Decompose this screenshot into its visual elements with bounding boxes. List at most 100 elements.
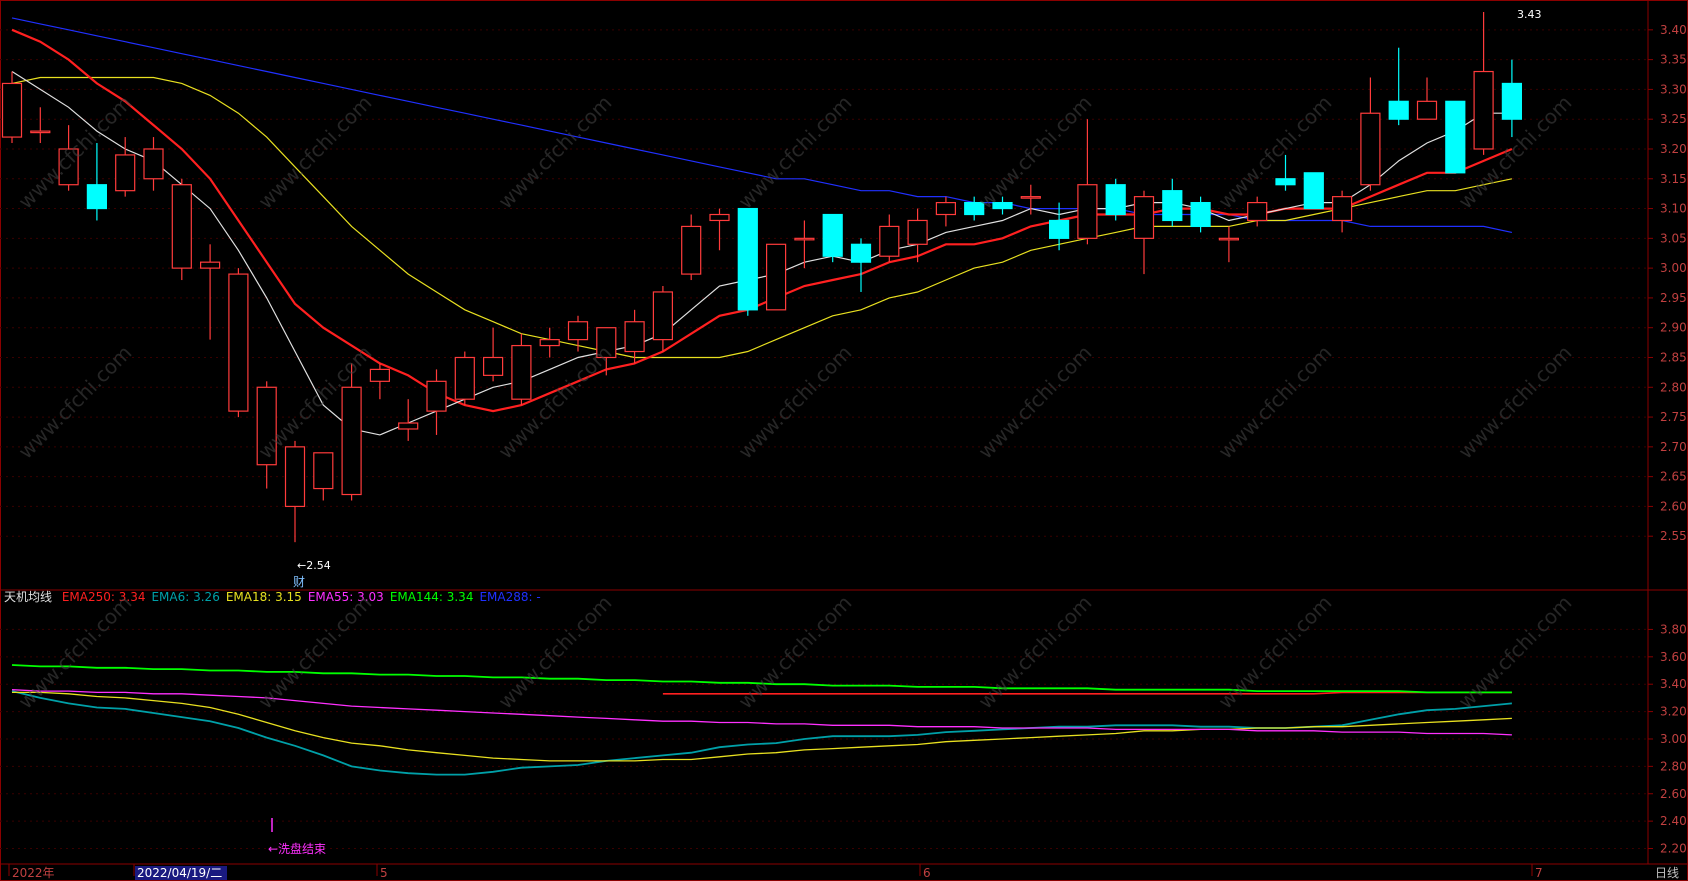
- candle[interactable]: [1473, 11, 1494, 155]
- candle[interactable]: [935, 196, 957, 227]
- candle[interactable]: [256, 381, 277, 489]
- candle-body: [652, 291, 674, 341]
- candle[interactable]: [709, 208, 730, 251]
- high-price-label: 3.43: [1517, 8, 1542, 21]
- candle[interactable]: [313, 452, 334, 501]
- chart-canvas[interactable]: 3.40 3.35 3.30 3.25 3.20 3.15 3.10 3.05 3.00 2.95…: [0, 0, 1688, 881]
- candle-body: [369, 368, 390, 382]
- candle[interactable]: [1360, 77, 1381, 191]
- candle-body: [228, 273, 249, 412]
- price-tick-label: 2.80: [1660, 380, 1687, 394]
- price-tick-label: 2.60: [1660, 499, 1687, 513]
- price-tick-label: 3.15: [1660, 172, 1687, 186]
- candle[interactable]: [454, 351, 475, 406]
- candle[interactable]: [143, 137, 164, 191]
- candle[interactable]: [86, 143, 108, 221]
- finance-marker[interactable]: 财: [293, 575, 305, 589]
- candle-body: [426, 380, 447, 412]
- candle[interactable]: [879, 214, 900, 263]
- candle-body: [511, 344, 532, 400]
- low-price-label: ←2.54: [297, 559, 331, 572]
- candle-body: [1388, 100, 1409, 120]
- candle[interactable]: [652, 286, 674, 352]
- price-tick-label: 3.30: [1660, 82, 1687, 96]
- candle[interactable]: [1501, 59, 1523, 138]
- legend-item[interactable]: EMA55: 3.03: [308, 590, 384, 604]
- candle[interactable]: [426, 369, 447, 435]
- candle-body: [341, 386, 362, 496]
- candle-body: [313, 452, 334, 490]
- candle[interactable]: [115, 137, 136, 197]
- candle[interactable]: [511, 333, 532, 406]
- candle-body: [907, 219, 928, 245]
- candle[interactable]: [1133, 190, 1155, 275]
- price-tick-label: 2.95: [1660, 291, 1687, 305]
- price-tick-label: 3.25: [1660, 112, 1687, 126]
- candle[interactable]: [1416, 77, 1438, 120]
- legend-item[interactable]: EMA288: -: [479, 590, 540, 604]
- indicator-tick-label: 3.60: [1660, 650, 1687, 664]
- candle[interactable]: [1303, 172, 1324, 210]
- candle[interactable]: [964, 196, 985, 221]
- candle[interactable]: [369, 363, 390, 400]
- candle-body: [1048, 219, 1070, 239]
- candle-body: [539, 339, 560, 347]
- candle[interactable]: [567, 315, 589, 352]
- legend-item[interactable]: EMA18: 3.15: [226, 590, 302, 604]
- period-label[interactable]: 日线: [1655, 866, 1679, 880]
- candle[interactable]: [1105, 178, 1126, 221]
- candle[interactable]: [30, 107, 51, 144]
- candle[interactable]: [624, 309, 645, 364]
- indicator-price-axis: 3.80 3.60 3.40 3.20 3.00 2.80 2.60 2.40 2.20: [1648, 622, 1687, 856]
- candle-body: [1445, 100, 1466, 174]
- legend-item[interactable]: EMA250: 3.34: [62, 590, 146, 604]
- candle[interactable]: [992, 196, 1013, 215]
- candle-body: [1105, 184, 1126, 216]
- legend-item[interactable]: EMA144: 3.34: [390, 590, 474, 604]
- candle[interactable]: [1190, 196, 1211, 233]
- date-tick-label: 2022/04/19/二: [137, 866, 222, 880]
- candle-body: [454, 356, 475, 400]
- candle-body: [964, 201, 985, 216]
- candle-body: [200, 261, 221, 269]
- candle[interactable]: [1218, 226, 1240, 263]
- candle[interactable]: [341, 363, 362, 501]
- candle-body: [58, 148, 79, 186]
- candle[interactable]: [737, 207, 758, 316]
- date-tick-label: 7: [1535, 866, 1543, 880]
- price-tick-label: 2.90: [1660, 321, 1687, 335]
- candle[interactable]: [58, 125, 79, 191]
- candle[interactable]: [1077, 119, 1098, 245]
- candle[interactable]: [284, 440, 306, 543]
- washout-end-signal: ←洗盘结束: [268, 841, 326, 856]
- candle-body: [1416, 100, 1438, 120]
- candle[interactable]: [539, 327, 560, 358]
- candle[interactable]: [1162, 178, 1183, 227]
- candle[interactable]: [228, 268, 249, 418]
- candle-body: [624, 321, 645, 353]
- price-tick-label: 2.75: [1660, 410, 1687, 424]
- candle-body: [681, 225, 702, 275]
- candle-body: [1162, 190, 1183, 222]
- candle-body: [398, 422, 419, 430]
- candle[interactable]: [1275, 154, 1296, 191]
- candle[interactable]: [850, 238, 872, 292]
- candle-body: [1303, 172, 1324, 210]
- legend-item[interactable]: EMA6: 3.26: [151, 590, 219, 604]
- candle[interactable]: [1445, 100, 1466, 174]
- candle[interactable]: [1331, 190, 1353, 233]
- candle[interactable]: [765, 243, 787, 311]
- candle-body: [1, 82, 23, 138]
- indicator-tick-label: 2.60: [1660, 787, 1687, 801]
- candle[interactable]: [171, 178, 192, 281]
- candle[interactable]: [483, 327, 504, 382]
- ma-blue-line: [11, 17, 1513, 233]
- indicator-tick-label: 3.80: [1660, 622, 1687, 636]
- candle[interactable]: [200, 244, 221, 340]
- indicator-line-ema250: [662, 691, 1512, 695]
- candle[interactable]: [681, 214, 702, 281]
- indicator-name[interactable]: 天机均线: [4, 590, 52, 604]
- candle-body: [765, 243, 787, 311]
- price-tick-label: 2.55: [1660, 529, 1687, 543]
- candle[interactable]: [822, 213, 843, 263]
